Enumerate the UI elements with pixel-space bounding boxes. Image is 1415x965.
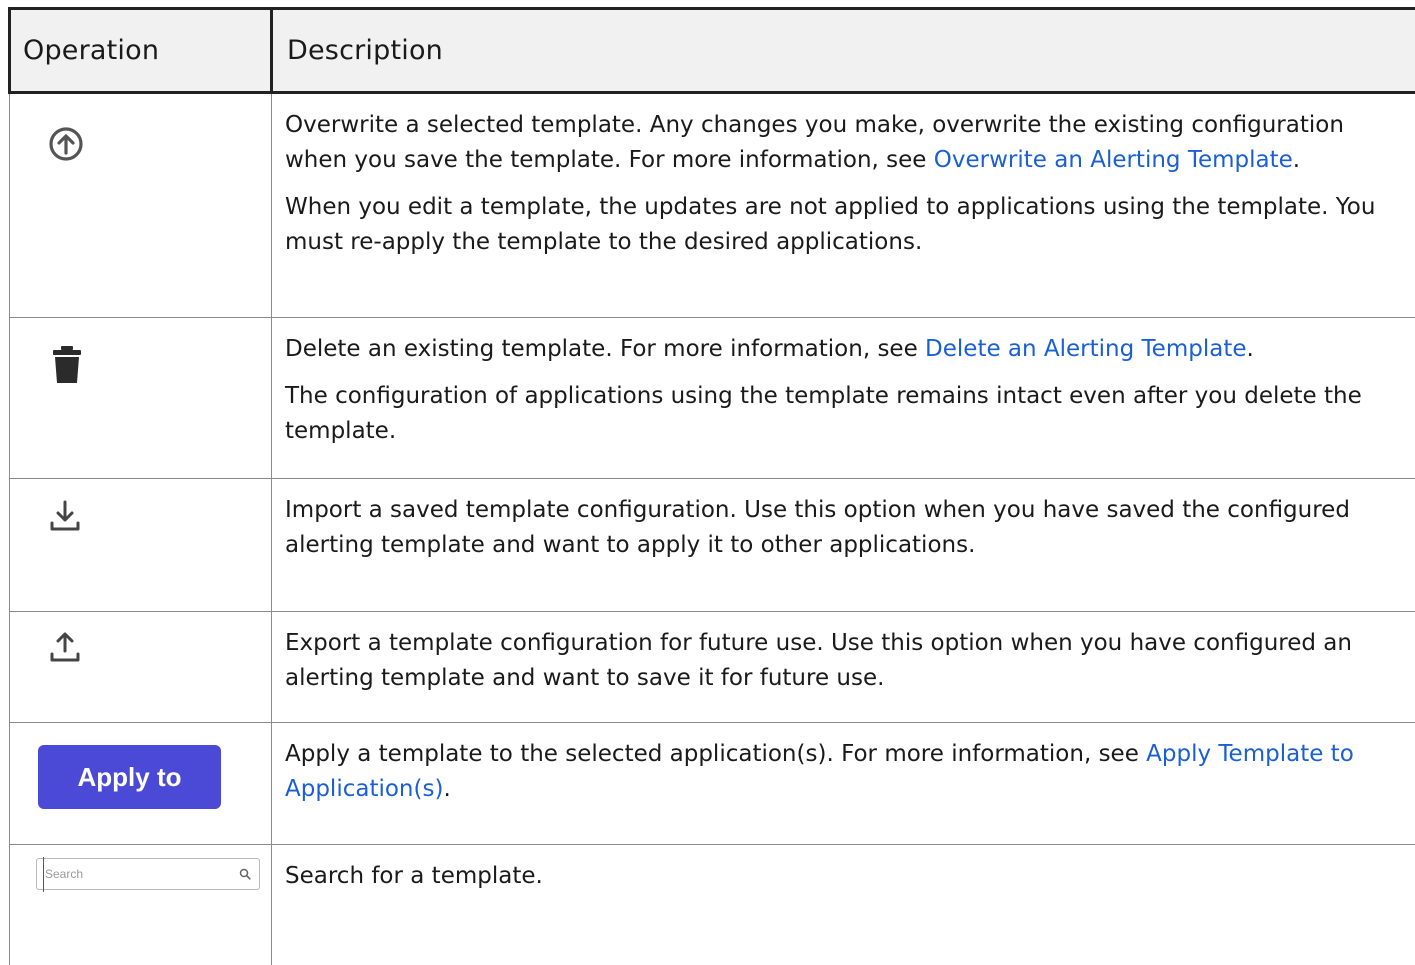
- export-upload-icon[interactable]: [48, 630, 82, 664]
- paragraph: Import a saved template configuration. U…: [285, 493, 1403, 563]
- operations-table: Operation Description Overwrite a select…: [8, 7, 1415, 965]
- link-delete-template[interactable]: Delete an Alerting Template: [925, 336, 1246, 362]
- link-overwrite-template[interactable]: Overwrite an Alerting Template: [934, 147, 1293, 173]
- header-description: Description: [272, 9, 1415, 93]
- apply-to-button[interactable]: Apply to: [38, 745, 221, 809]
- paragraph: Apply a template to the selected applica…: [285, 737, 1403, 807]
- header-row: Operation Description: [10, 9, 1415, 93]
- operation-cell: [10, 93, 272, 318]
- description-cell: Apply a template to the selected applica…: [272, 723, 1415, 845]
- paragraph: Delete an existing template. For more in…: [285, 332, 1403, 367]
- operation-cell: Search: [10, 845, 272, 965]
- description-text: .: [1247, 336, 1254, 362]
- description-cell: Search for a template.: [272, 845, 1415, 965]
- trash-icon[interactable]: [52, 345, 82, 385]
- operation-cell: [10, 318, 272, 479]
- table-row-apply: Apply to Apply a template to the selecte…: [10, 723, 1415, 845]
- paragraph: The configuration of applications using …: [285, 379, 1403, 449]
- import-download-icon[interactable]: [48, 499, 82, 533]
- description-cell: Delete an existing template. For more in…: [272, 318, 1415, 479]
- header-operation: Operation: [10, 9, 272, 93]
- paragraph: Search for a template.: [285, 859, 1403, 894]
- description-cell: Import a saved template configuration. U…: [272, 479, 1415, 612]
- operation-cell: [10, 479, 272, 612]
- description-text: Apply a template to the selected applica…: [285, 741, 1146, 767]
- description-text: .: [1293, 147, 1300, 173]
- paragraph: When you edit a template, the updates ar…: [285, 190, 1403, 260]
- table-row-export: Export a template configuration for futu…: [10, 612, 1415, 723]
- operation-cell: Apply to: [10, 723, 272, 845]
- table-row-import: Import a saved template configuration. U…: [10, 479, 1415, 612]
- description-cell: Export a template configuration for futu…: [272, 612, 1415, 723]
- table-row-delete: Delete an existing template. For more in…: [10, 318, 1415, 479]
- search-placeholder: Search: [43, 857, 83, 892]
- overwrite-upload-circle-icon[interactable]: [47, 125, 85, 163]
- description-text: .: [443, 776, 450, 802]
- paragraph: Export a template configuration for futu…: [285, 626, 1403, 696]
- search-icon: [239, 868, 251, 880]
- search-input[interactable]: Search: [36, 858, 260, 890]
- table-row-overwrite: Overwrite a selected template. Any chang…: [10, 93, 1415, 318]
- table-row-search: Search Search for a template.: [10, 845, 1415, 965]
- description-text: Delete an existing template. For more in…: [285, 336, 925, 362]
- operation-cell: [10, 612, 272, 723]
- description-cell: Overwrite a selected template. Any chang…: [272, 93, 1415, 318]
- paragraph: Overwrite a selected template. Any chang…: [285, 108, 1403, 178]
